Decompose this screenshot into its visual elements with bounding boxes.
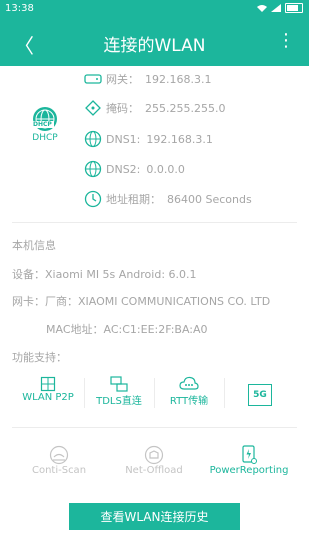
- dns1-label: DNS1:: [106, 132, 141, 146]
- clock-icon: [84, 190, 102, 208]
- divider: [224, 378, 225, 408]
- nic-row: 网卡：厂商：XIAOMI COMMUNICATIONS CO. LTD: [12, 293, 270, 309]
- tdls-icon: [84, 376, 154, 392]
- mac-value: AC:C1:EE:2F:BA:A0: [103, 323, 208, 336]
- tool-net-offload[interactable]: Net-Offload: [104, 445, 204, 476]
- tool-label: PowerReporting: [209, 465, 289, 476]
- device-row: 设备：Xiaomi MI 5s Android: 6.0.1: [12, 266, 197, 282]
- lease-label: 地址租期：: [106, 193, 161, 206]
- mask-label: 掩码：: [106, 102, 139, 115]
- vendor-label: 厂商：: [45, 295, 78, 308]
- feature-label: RTT传输: [169, 396, 209, 407]
- dhcp-badge: DHCP: [31, 121, 54, 128]
- scan-icon: [9, 445, 109, 465]
- battery-icon: [285, 3, 303, 13]
- feature-rtt: RTT传输: [154, 376, 224, 410]
- dhcp-label: DHCP: [32, 133, 58, 143]
- nic-label: 网卡：: [12, 295, 45, 308]
- device-section-title: 本机信息: [12, 239, 56, 252]
- gateway-value: 192.168.3.1: [145, 72, 212, 86]
- feature-tdls: TDLS直连: [84, 376, 154, 410]
- divider: [12, 222, 297, 223]
- more-menu-button[interactable]: ⋮: [277, 32, 295, 50]
- mask-icon: [84, 99, 102, 117]
- offload-icon: [104, 445, 204, 465]
- mask-row: 掩码： 255.255.255.0: [84, 98, 225, 118]
- p2p-icon: [12, 376, 84, 392]
- mac-row: MAC地址：AC:C1:EE:2F:BA:A0: [46, 321, 208, 337]
- signal-icon: [271, 4, 281, 12]
- globe-icon: DHCP: [31, 107, 57, 131]
- device-value: Xiaomi MI 5s Android: 6.0.1: [45, 268, 197, 281]
- dns2-label: DNS2:: [106, 162, 141, 176]
- feature-label: TDLS直连: [96, 396, 142, 407]
- mask-value: 255.255.255.0: [145, 101, 226, 115]
- www-icon: [84, 130, 102, 148]
- dhcp-icon: DHCP DHCP: [30, 107, 60, 143]
- cloud-transfer-icon: [154, 376, 224, 392]
- tool-label: Net-Offload: [125, 465, 183, 476]
- status-time: 13:38: [5, 3, 34, 14]
- tool-power-reporting[interactable]: PowerReporting: [199, 445, 299, 476]
- features-title: 功能支持：: [12, 351, 67, 364]
- feature-label: WLAN P2P: [22, 392, 74, 403]
- www-icon: [84, 160, 102, 178]
- vendor-value: XIAOMI COMMUNICATIONS CO. LTD: [78, 295, 271, 308]
- gateway-label: 网关：: [106, 73, 139, 86]
- dns2-value: 0.0.0.0: [146, 162, 185, 176]
- router-icon: [84, 70, 102, 88]
- mac-label: MAC地址：: [46, 323, 104, 336]
- wlan-history-button[interactable]: 查看WLAN连接历史: [69, 503, 240, 530]
- wifi-icon: [257, 5, 267, 12]
- tool-conti-scan[interactable]: Conti-Scan: [9, 445, 109, 476]
- 5g-badge: 5G: [248, 384, 272, 406]
- app-bar: 〈 连接的WLAN ⋮: [0, 18, 309, 66]
- dns2-row: DNS2: 0.0.0.0: [84, 159, 185, 179]
- page-title: 连接的WLAN: [103, 36, 206, 56]
- gateway-row: 网关： 192.168.3.1: [84, 69, 211, 89]
- dns1-value: 192.168.3.1: [146, 132, 213, 146]
- power-report-icon: [199, 445, 299, 465]
- divider: [12, 427, 297, 428]
- dns1-row: DNS1: 192.168.3.1: [84, 129, 213, 149]
- feature-wlan-p2p: WLAN P2P: [12, 376, 84, 410]
- status-icons: [257, 3, 303, 13]
- lease-value: 86400 Seconds: [167, 192, 252, 206]
- tool-label: Conti-Scan: [31, 465, 87, 476]
- status-bar: 13:38: [0, 0, 309, 18]
- device-label: 设备：: [12, 268, 45, 281]
- lease-row: 地址租期： 86400 Seconds: [84, 189, 252, 209]
